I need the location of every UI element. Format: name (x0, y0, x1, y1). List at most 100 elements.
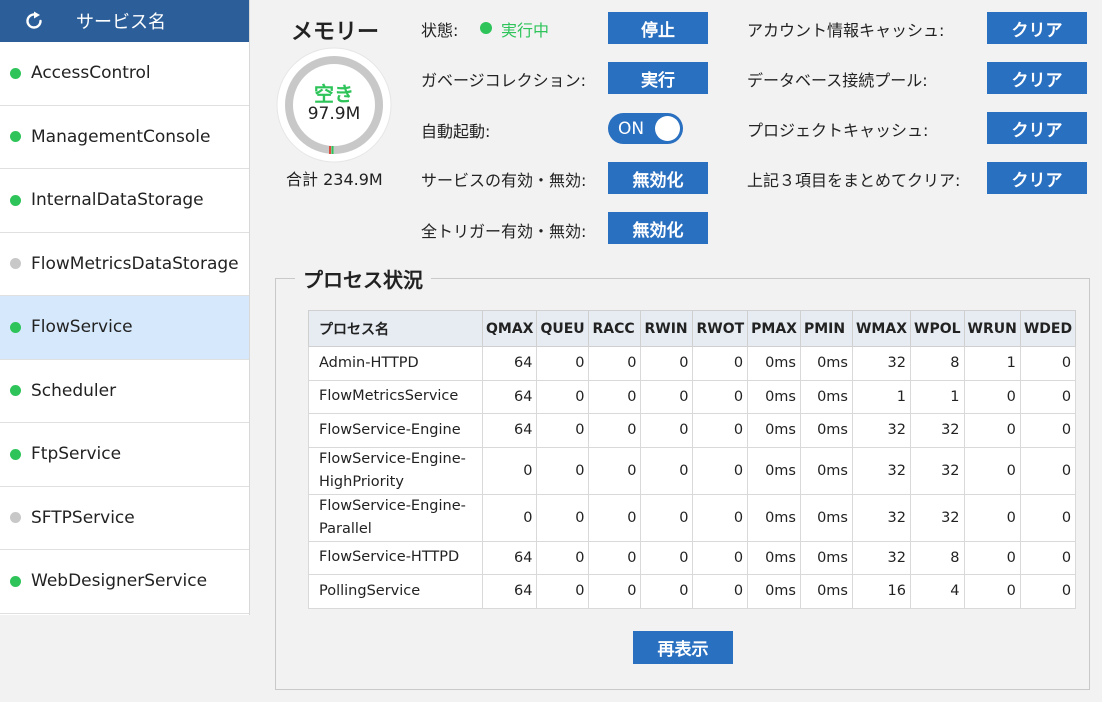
column-header: WRUN (963, 310, 1021, 347)
process-value-cell: 0 (536, 540, 590, 575)
process-row: FlowService-HTTPD 64 0 0 0 0 0ms 0ms 32 8 0 0 (308, 540, 1077, 575)
process-value-cell: 0 (640, 413, 694, 448)
account-cache-label: アカウント情報キャッシュ: (747, 21, 945, 40)
sidebar-item-webdesignerservice[interactable]: WebDesignerService (0, 550, 249, 614)
process-value-cell: 0 (588, 540, 642, 575)
gc-run-button[interactable]: 実行 (608, 62, 708, 94)
process-panel-title: プロセス状況 (295, 264, 431, 293)
sidebar-item-managementconsole[interactable]: ManagementConsole (0, 105, 249, 169)
sidebar-item-flowmetricsdatastorage[interactable]: FlowMetricsDataStorage (0, 232, 249, 296)
process-value-cell: 0 (536, 346, 590, 381)
process-value-cell: 0ms (799, 346, 853, 381)
process-name-cell: FlowService-Engine (308, 413, 483, 448)
process-name-cell: FlowService-HTTPD (308, 540, 483, 575)
process-value-cell: 64 (481, 379, 538, 414)
project-cache-label: プロジェクトキャッシュ: (747, 121, 929, 140)
process-value-cell: 0 (692, 379, 749, 414)
sidebar-title: サービス名 (76, 12, 166, 33)
process-value-cell: 0 (481, 493, 538, 542)
sidebar-item-accesscontrol[interactable]: AccessControl (0, 42, 249, 106)
process-value-cell: 0 (692, 413, 749, 448)
toggle-knob (655, 116, 680, 141)
process-value-cell: 0 (963, 540, 1021, 575)
sidebar-item-scheduler[interactable]: Scheduler (0, 359, 249, 423)
process-value-cell: 0 (640, 540, 694, 575)
column-header: QUEU (536, 310, 590, 347)
status-label: 状態: (421, 21, 459, 40)
status-dot-icon (10, 575, 21, 587)
process-value-cell: 0ms (747, 379, 801, 414)
process-value-cell: 0 (692, 574, 749, 609)
process-value-cell: 0ms (799, 540, 853, 575)
process-row: Admin-HTTPD 64 0 0 0 0 0ms 0ms 32 8 1 0 (308, 346, 1077, 381)
column-header: プロセス名 (308, 310, 483, 347)
sidebar-item-flowservice[interactable]: FlowService (0, 296, 249, 360)
status-dot-icon (10, 385, 21, 397)
refresh-icon[interactable] (14, 0, 54, 42)
process-value-cell: 0ms (747, 346, 801, 381)
process-value-cell: 0 (640, 574, 694, 609)
process-name-cell: FlowService-Engine- HighPriority (308, 446, 483, 495)
service-toggle-label: サービスの有効・無効: (421, 171, 587, 190)
sidebar-item-label: Scheduler (31, 380, 117, 401)
process-value-cell: 16 (851, 574, 912, 609)
sidebar-header: サービス名 (0, 0, 249, 42)
account-cache-clear-button[interactable]: クリア (987, 12, 1087, 44)
process-value-cell: 0 (481, 446, 538, 495)
process-row: FlowMetricsService 64 0 0 0 0 0ms 0ms 1 1 0 0 (308, 379, 1077, 414)
process-value-cell: 0ms (747, 493, 801, 542)
process-value-cell: 8 (910, 540, 965, 575)
process-value-cell: 32 (910, 413, 965, 448)
process-value-cell: 0 (692, 540, 749, 575)
process-value-cell: 0 (963, 379, 1021, 414)
process-value-cell: 0 (963, 413, 1021, 448)
process-value-cell: 0 (963, 574, 1021, 609)
process-value-cell: 0ms (799, 446, 853, 495)
process-value-cell: 0 (1019, 574, 1077, 609)
process-value-cell: 0 (536, 446, 590, 495)
process-name-cell: PollingService (308, 574, 483, 609)
service-disable-button[interactable]: 無効化 (608, 162, 708, 194)
status-dot-icon (10, 448, 21, 460)
sidebar-item-label: AccessControl (31, 63, 151, 84)
status-dot-icon (10, 258, 21, 270)
process-value-cell: 1 (910, 379, 965, 414)
process-value-cell: 32 (851, 540, 912, 575)
process-value-cell: 0 (536, 574, 590, 609)
clear-all-button[interactable]: クリア (987, 162, 1087, 194)
process-value-cell: 0ms (799, 413, 853, 448)
process-value-cell: 32 (910, 446, 965, 495)
process-value-cell: 0ms (799, 493, 853, 542)
process-value-cell: 0 (1019, 446, 1077, 495)
process-value-cell: 0 (1019, 379, 1077, 414)
memory-title: メモリー (291, 20, 380, 45)
trigger-disable-button[interactable]: 無効化 (608, 212, 708, 244)
column-header: WPOL (910, 310, 965, 347)
column-header: PMIN (799, 310, 853, 347)
process-value-cell: 0 (588, 379, 642, 414)
sidebar-item-internaldatastorage[interactable]: InternalDataStorage (0, 169, 249, 233)
process-name-cell: FlowMetricsService (308, 379, 483, 414)
status-dot-icon (10, 194, 21, 206)
sidebar-item-sftpservice[interactable]: SFTPService (0, 486, 249, 550)
process-value-cell: 0 (536, 413, 590, 448)
process-value-cell: 0ms (747, 446, 801, 495)
process-value-cell: 0 (963, 446, 1021, 495)
process-value-cell: 0ms (747, 540, 801, 575)
sidebar-item-label: SFTPService (31, 507, 135, 528)
reload-button[interactable]: 再表示 (633, 631, 733, 664)
sidebar-item-label: FtpService (31, 444, 122, 465)
process-value-cell: 0 (1019, 413, 1077, 448)
process-value-cell: 0 (536, 379, 590, 414)
db-pool-clear-button[interactable]: クリア (987, 62, 1087, 94)
process-value-cell: 0 (536, 493, 590, 542)
project-cache-clear-button[interactable]: クリア (987, 112, 1087, 144)
autostart-label: 自動起動: (421, 122, 491, 141)
db-pool-label: データベース接続プール: (747, 71, 928, 90)
memory-free-label: 空き (314, 82, 354, 106)
sidebar-item-label: ManagementConsole (31, 126, 211, 147)
status-indicator (480, 22, 492, 34)
stop-button[interactable]: 停止 (608, 12, 708, 44)
sidebar-item-ftpservice[interactable]: FtpService (0, 423, 249, 487)
autostart-toggle[interactable]: ON (608, 113, 683, 144)
